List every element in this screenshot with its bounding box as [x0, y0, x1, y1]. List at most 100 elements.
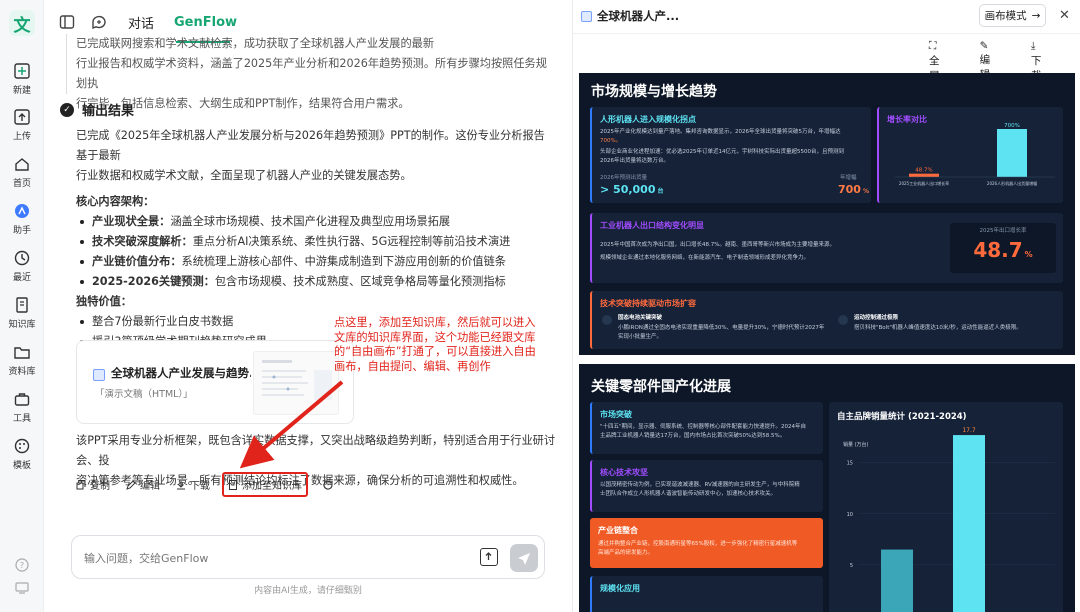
- panel-core-tech: 核心技术攻坚 以国茂精密传动为例，已实现谐波减速器、RV减速器的自主研发生产，与…: [590, 460, 823, 512]
- palette-icon: [13, 437, 31, 455]
- sidebar-label: 首页: [12, 179, 31, 189]
- panel-heading: 产业链整合: [598, 526, 638, 535]
- edit-button[interactable]: 编辑: [126, 477, 160, 492]
- help-icon[interactable]: ?: [14, 557, 30, 573]
- growth-bar: [909, 173, 939, 177]
- y-tick-label: 5: [850, 563, 853, 569]
- sidebar-label: 新建: [12, 86, 31, 96]
- metric-label: 年增幅: [840, 175, 857, 181]
- metric-value: > 50,000 台: [600, 183, 664, 196]
- tech-item-title: 固态电池关键突破: [618, 315, 663, 321]
- knowledge-base-icon: [228, 479, 238, 490]
- panel-humanoid: 人形机器人进入规模化拐点 2025年产业化规模达到量产落地。集邦咨询数据显示，2…: [590, 107, 871, 203]
- preview-title: 全球机器人产...: [581, 8, 679, 24]
- panel-line: 小鹏IRON通过全固态电池实现重量降低30%、电量提升30%，宁德时代预计202…: [618, 325, 825, 331]
- presentation-file-card[interactable]: 全球机器人产业发展与趋势... 「演示文稿（HTML）」: [76, 340, 354, 424]
- slide-market-size: 市场规模与增长趋势 人形机器人进入规模化拐点 2025年产业化规模达到量产落地。…: [579, 73, 1075, 355]
- folder-icon: [13, 343, 31, 361]
- new-chat-icon[interactable]: [90, 13, 108, 31]
- panel-supply-chain: 产业链整合 通过并购整合产业链，控股南通珩星等65%股权，进一步强化了精密行星减…: [590, 518, 823, 568]
- assistant-icon: [13, 202, 31, 220]
- sidebar-item-tools[interactable]: 工具: [0, 390, 44, 424]
- list-item: 产业链价值分布：系统梳理上游核心部件、中游集成制造到下游应用创新的价值链条: [76, 252, 556, 272]
- annotation-text: 点这里，添加至知识库，然后就可以进入 文库的知识库界面，这个功能已经跟文库 的“…: [334, 316, 574, 374]
- panel-line: 2025年中国首次成为净出口国，出口增长48.7%。越南、墨西哥等新兴市场成为主…: [600, 242, 835, 248]
- annotation-line: 文库的知识库界面，这个功能已经跟文库: [334, 330, 536, 344]
- file-card-thumbnail: [253, 351, 339, 415]
- app-logo[interactable]: 文: [9, 10, 35, 36]
- download-label: 下载: [190, 481, 210, 492]
- metric-value: 700%: [838, 183, 869, 196]
- preview-panel: 全球机器人产... 画布模式 → ✕ ⛶ 全屏 ✎ 编辑 ⤓ 下载 市场规模与增…: [572, 0, 1080, 612]
- file-icon: [581, 10, 592, 22]
- download-icon: [176, 480, 186, 490]
- preview-header: 全球机器人产... 画布模式 → ✕: [573, 0, 1080, 34]
- metric-label: 2025年出口增长率: [979, 228, 1027, 234]
- panel-tech: 技术突破持续驱动市场扩容 固态电池关键突破 小鹏IRON通过全固态电池实现重量降…: [590, 291, 1063, 349]
- growth-bar: [997, 129, 1027, 177]
- growth-bar-chart: 48.7% 2025工业机器人出口增长率 700% 2026人形机器人出货量增幅: [895, 123, 1055, 186]
- chat-text: 行完毕，包括信息检索、大纲生成和PPT制作，结果符合用户需求。: [76, 97, 410, 110]
- panel-heading: 核心技术攻坚: [600, 468, 648, 477]
- panel-line: 实现小批量生产。: [618, 333, 663, 340]
- canvas-mode-button[interactable]: 画布模式 →: [979, 4, 1046, 27]
- tech-item-title: 运动控制通过极限: [854, 315, 899, 321]
- section-title-text: 输出结果: [82, 104, 135, 119]
- panel-heading: 人形机器人进入规模化拐点: [600, 115, 696, 124]
- edit-label: 编辑: [140, 481, 160, 492]
- growth-bar-label: 2026人形机器人出货量增幅: [987, 180, 1037, 186]
- sidebar-label: 上传: [12, 132, 31, 142]
- copy-button[interactable]: 复制: [76, 477, 110, 492]
- send-button[interactable]: [510, 544, 538, 572]
- chat-input[interactable]: [84, 548, 464, 568]
- knowledge-base-icon: [13, 296, 31, 314]
- arrow-right-icon: →: [1031, 9, 1041, 22]
- upload-file-icon[interactable]: [480, 548, 498, 566]
- close-icon[interactable]: ✕: [1059, 8, 1070, 23]
- sidebar-item-templates[interactable]: 模板: [0, 437, 44, 471]
- sales-bar-chart: 销量 (万台)05101517.7: [843, 427, 1055, 612]
- output-section-title: ✓ 输出结果: [60, 100, 134, 119]
- chat-text: 已完成联网搜索和学术文献检索，成功获取了全球机器人产业发展的最新: [76, 37, 435, 50]
- regenerate-button[interactable]: [322, 479, 338, 491]
- panel-line: 通过并购整合产业链，控股南通珩星等65%股权，进一步强化了精密行星减速机等: [598, 541, 798, 547]
- battery-icon: [602, 315, 612, 325]
- message-actions: 复制 编辑 下载 添加至知识库: [76, 472, 354, 497]
- sidebar-item-upload[interactable]: 上传: [0, 108, 44, 142]
- upload-icon: [13, 108, 31, 126]
- sidebar-label: 最近: [12, 273, 31, 283]
- add-kb-label: 添加至知识库: [242, 481, 302, 492]
- sidebar-item-recent[interactable]: 最近: [0, 249, 44, 283]
- sidebar-label: 模板: [12, 461, 31, 471]
- plus-icon: [13, 62, 31, 80]
- export-metric: 2025年出口增长率 48.7%: [950, 223, 1056, 273]
- value-title: 独特价值：: [76, 295, 132, 308]
- panel-export: 工业机器人出口结构变化明显 2025年中国首次成为净出口国，出口增长48.7%。…: [590, 213, 1063, 283]
- annotation-line: 的“自由画布”打通了，可以直接进入自由: [334, 345, 536, 358]
- panel-line: 规模领域企业通过本地化服务网络，在新能源汽车、电子制造领域形成差异化竞争力。: [600, 254, 810, 261]
- panel-heading: 规模化应用: [600, 584, 640, 593]
- sidebar-label: 资料库: [8, 367, 36, 377]
- sidebar-item-knowledge-base[interactable]: 知识库: [0, 296, 44, 330]
- growth-bar-value: 700%: [1004, 123, 1020, 129]
- list-item: 产业现状全景：涵盖全球市场规模、技术国产化进程及典型应用场景拓展: [76, 212, 556, 232]
- send-icon: [518, 553, 530, 565]
- download-button[interactable]: 下载: [176, 477, 210, 492]
- file-card-title: 全球机器人产业发展与趋势...: [111, 366, 251, 380]
- sidebar-item-assistant[interactable]: 助手: [0, 202, 44, 236]
- canvas-mode-label: 画布模式: [984, 10, 1027, 22]
- panel-line: 主品牌工业机器人销量达17万台，国内市场占比首次突破50%达到58.5%。: [600, 432, 786, 439]
- slide-title: 关键零部件国产化进展: [591, 379, 731, 395]
- sidebar-label: 工具: [12, 414, 31, 424]
- preview-title-text: 全球机器人产...: [597, 9, 680, 23]
- chat-text: 行业报告和权威学术资料，涵盖了2025年产业分析和2026年趋势预测。所有步骤均…: [76, 57, 547, 90]
- add-to-knowledge-base-button[interactable]: 添加至知识库: [222, 472, 308, 497]
- panel-line: 头部企业商业化进程加速：优必选2025年订单近14亿元，宇树科技实际出货量超55…: [600, 149, 844, 155]
- sidebar-item-library[interactable]: 资料库: [0, 343, 44, 377]
- sidebar-item-new[interactable]: 新建: [0, 62, 44, 96]
- sidebar-toggle-icon[interactable]: [58, 13, 76, 31]
- panel-text: "十四五"期间，显示器、伺服系统、控制器等核心部件配套能力快速提升。2024年自…: [600, 423, 822, 440]
- annotation-line: 画布，自由提问、编辑、再创作: [334, 359, 491, 373]
- sidebar-item-home[interactable]: 首页: [0, 155, 44, 189]
- growth-bar-value: 48.7%: [915, 168, 932, 174]
